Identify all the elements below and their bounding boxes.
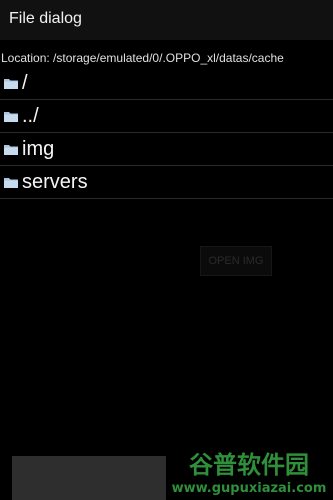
location-path: Location: /storage/emulated/0/.OPPO_xl/d… (1, 51, 284, 65)
file-name: servers (22, 170, 88, 193)
folder-icon (4, 177, 18, 188)
bottom-action-button[interactable] (12, 456, 172, 500)
file-row-root[interactable]: / (0, 67, 333, 100)
file-name: / (22, 71, 28, 94)
file-list: / ../ img servers (0, 67, 333, 199)
watermark-title: 谷普软件园 (189, 451, 309, 479)
watermark-url: www.gupuxiazai.com (172, 481, 327, 496)
file-name: img (22, 137, 55, 160)
folder-icon (4, 78, 18, 89)
file-row-img[interactable]: img (0, 133, 333, 166)
dialog-title: File dialog (9, 10, 82, 27)
file-name: ../ (22, 104, 39, 127)
file-row-servers[interactable]: servers (0, 166, 333, 199)
watermark-logo: 谷普软件园 www.gupuxiazai.com (166, 448, 333, 500)
folder-icon (4, 111, 18, 122)
open-img-button[interactable]: OPEN IMG (200, 246, 272, 276)
dialog-title-bar: File dialog (0, 0, 333, 40)
file-row-parent[interactable]: ../ (0, 100, 333, 133)
folder-icon (4, 144, 18, 155)
